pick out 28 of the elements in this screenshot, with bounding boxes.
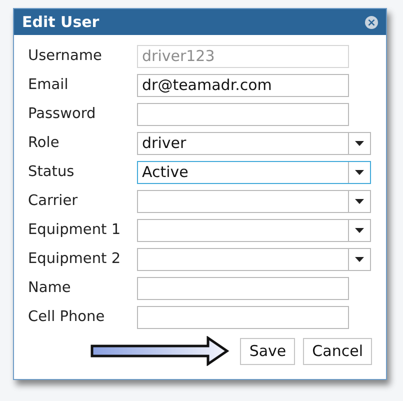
input-field[interactable]: [137, 103, 349, 126]
caret-icon: [355, 141, 364, 146]
caret-icon: [355, 170, 364, 175]
field-label: Equipment 1: [28, 220, 122, 240]
dropdown-field[interactable]: driver: [137, 132, 371, 155]
dropdown-field[interactable]: [137, 219, 371, 242]
dropdown-field[interactable]: [137, 248, 371, 271]
save-button[interactable]: Save: [240, 338, 296, 364]
caret-icon: [355, 257, 364, 262]
dropdown-field[interactable]: Active: [137, 161, 371, 184]
close-icon[interactable]: ×: [365, 16, 378, 28]
field-label: Cell Phone: [28, 308, 106, 327]
input-field[interactable]: dr@teamadr.com: [137, 74, 349, 97]
field-label: Email: [28, 76, 70, 95]
field-label: Carrier: [28, 192, 79, 211]
field-label: Password: [28, 104, 97, 124]
caret-icon: [355, 228, 364, 233]
field-label: Username: [28, 46, 103, 66]
field-label: Status: [28, 162, 76, 182]
input-field[interactable]: [137, 306, 349, 329]
dropdown-field[interactable]: [137, 190, 371, 213]
field-label: Equipment 2: [28, 250, 122, 269]
field-label: Role: [28, 134, 60, 153]
caret-icon: [355, 199, 364, 204]
dialog-title: Edit User: [22, 12, 100, 33]
cancel-button[interactable]: Cancel: [303, 338, 372, 364]
input-field[interactable]: [137, 277, 349, 300]
field-label: Name: [28, 278, 72, 298]
